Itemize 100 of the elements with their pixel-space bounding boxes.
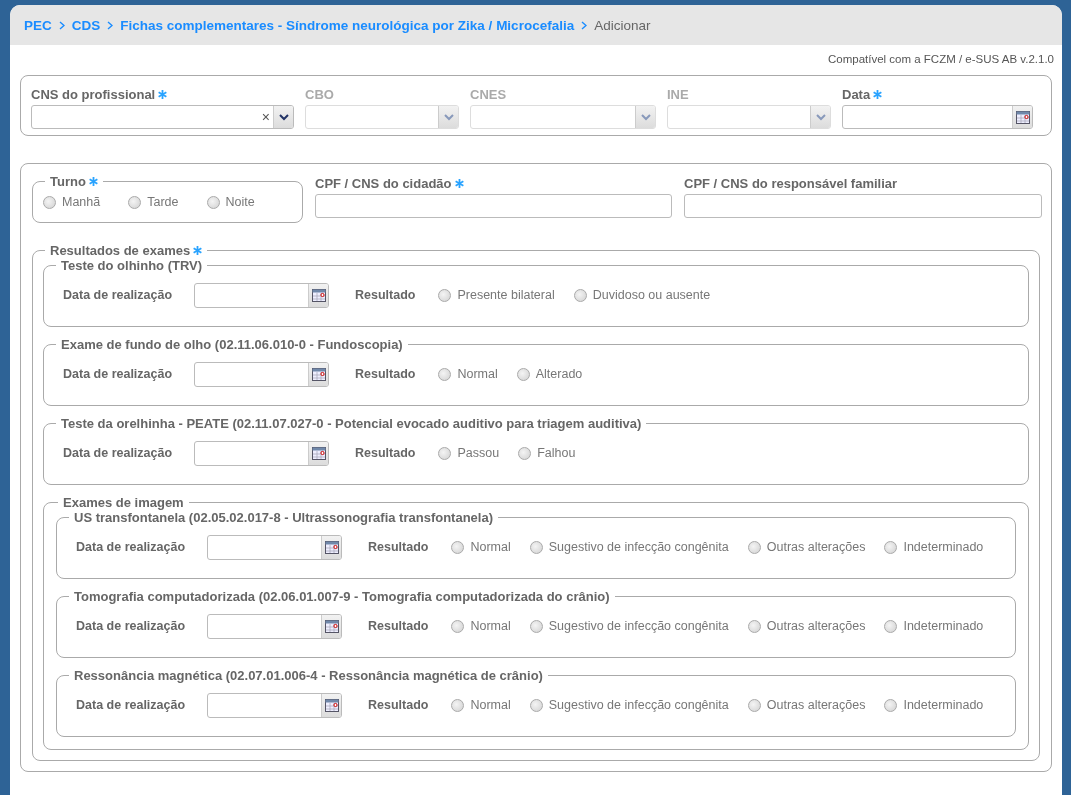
radio-option[interactable]: Indeterminado (884, 698, 984, 712)
chevron-down-icon (815, 113, 826, 121)
radio-option[interactable]: Falhou (518, 446, 576, 460)
text-input[interactable] (684, 194, 1042, 218)
radio-option[interactable]: Noite (206, 195, 255, 209)
exam-title: Teste do olhinho (TRV) (61, 258, 203, 273)
radio-option[interactable]: Presente bilateral (438, 288, 555, 302)
exam-title: US transfontanela (02.05.02.017-8 - Ultrassonografia transfontanela) (74, 510, 493, 525)
field-label: Data (842, 87, 871, 102)
breadcrumb-link[interactable]: Fichas complementares - Síndrome neurológica por Zika / Microcefalia (120, 17, 575, 33)
field-label: CBO (305, 87, 334, 102)
date-field[interactable] (207, 692, 342, 718)
radio-button[interactable] (884, 540, 898, 554)
exam-title: Ressonância magnética (02.07.01.006-4 - Ressonância magnética de crânio) (74, 668, 543, 683)
date-field[interactable] (842, 105, 1033, 129)
field-label: INE (667, 87, 689, 102)
clear-button[interactable]: × (258, 106, 273, 128)
select-field[interactable] (305, 105, 459, 129)
breadcrumb-link[interactable]: Adicionar (594, 17, 651, 33)
radio-option[interactable]: Outras alterações (747, 619, 866, 633)
radio-option[interactable]: Normal (438, 367, 498, 381)
date-field[interactable] (207, 534, 342, 560)
radio-option[interactable]: Outras alterações (747, 698, 866, 712)
radio-option[interactable]: Duvidoso ou ausente (573, 288, 711, 302)
breadcrumb-link[interactable]: PEC (24, 17, 52, 33)
result-label: Resultado (355, 288, 416, 302)
radio-button[interactable] (573, 288, 587, 302)
chevron-right-icon (581, 20, 588, 30)
radio-button[interactable] (206, 195, 220, 209)
calendar-button[interactable] (308, 362, 328, 386)
calendar-icon (324, 698, 339, 712)
chevron-down-icon (278, 113, 289, 121)
calendar-icon (311, 288, 326, 302)
radio-button[interactable] (747, 619, 761, 633)
date-label: Data de realização (63, 288, 174, 302)
radio-button[interactable] (884, 698, 898, 712)
radio-option[interactable]: Normal (451, 698, 511, 712)
radio-option[interactable]: Indeterminado (884, 540, 984, 554)
radio-button[interactable] (518, 446, 532, 460)
radio-button[interactable] (438, 367, 452, 381)
result-label: Resultado (368, 619, 429, 633)
breadcrumb-link[interactable]: CDS (71, 17, 101, 33)
radio-button[interactable] (529, 698, 543, 712)
radio-button[interactable] (43, 195, 56, 209)
radio-option[interactable]: Alterado (516, 367, 583, 381)
radio-button[interactable] (529, 540, 543, 554)
date-label: Data de realização (76, 619, 187, 633)
radio-option[interactable]: Manhã (43, 195, 101, 209)
radio-button[interactable] (747, 698, 761, 712)
calendar-icon (311, 446, 326, 460)
radio-option[interactable]: Sugestivo de infecção congênita (529, 619, 729, 633)
date-field[interactable] (194, 440, 329, 466)
radio-option[interactable]: Sugestivo de infecção congênita (529, 698, 729, 712)
calendar-button[interactable] (308, 441, 328, 465)
radio-button[interactable] (438, 288, 452, 302)
radio-option[interactable]: Sugestivo de infecção congênita (529, 540, 729, 554)
calendar-button[interactable] (308, 283, 328, 307)
radio-button[interactable] (128, 195, 142, 209)
date-field[interactable] (194, 361, 329, 387)
chevron-down-icon (640, 113, 651, 121)
calendar-button[interactable] (1012, 106, 1032, 128)
exam-title: Tomografia computadorizada (02.06.01.007-9 - Tomografia computadorizada do crânio) (74, 589, 610, 604)
date-label: Data de realização (63, 446, 174, 460)
date-label: Data de realização (63, 367, 174, 381)
radio-option[interactable]: Tarde (128, 195, 179, 209)
radio-button[interactable] (516, 367, 530, 381)
radio-button[interactable] (451, 540, 465, 554)
calendar-button[interactable] (321, 535, 341, 559)
radio-option[interactable]: Normal (451, 619, 511, 633)
radio-button[interactable] (747, 540, 761, 554)
calendar-button[interactable] (321, 614, 341, 638)
calendar-icon (324, 619, 339, 633)
field-label: CPF / CNS do cidadão (315, 176, 452, 191)
date-field[interactable] (194, 282, 329, 308)
date-label: Data de realização (76, 540, 187, 554)
select-field[interactable] (470, 105, 656, 129)
dropdown-button[interactable] (273, 106, 293, 128)
result-label: Resultado (355, 446, 416, 460)
chevron-right-icon (107, 20, 114, 30)
text-input[interactable] (315, 194, 672, 218)
exam-title: Exame de fundo de olho (02.11.06.010-0 - Fundoscopia) (61, 337, 403, 352)
radio-option[interactable]: Normal (451, 540, 511, 554)
result-label: Resultado (368, 698, 429, 712)
field-label: CPF / CNS do responsável familiar (684, 176, 898, 191)
calendar-button[interactable] (321, 693, 341, 717)
select-field[interactable] (667, 105, 831, 129)
field-label: CNS do profissional (31, 87, 156, 102)
fieldset-title: Resultados de exames (50, 243, 191, 258)
date-field[interactable] (207, 613, 342, 639)
radio-option[interactable]: Outras alterações (747, 540, 866, 554)
radio-button[interactable] (451, 698, 465, 712)
result-label: Resultado (355, 367, 416, 381)
select-field[interactable]: × (31, 105, 294, 129)
radio-option[interactable]: Indeterminado (884, 619, 984, 633)
radio-button[interactable] (884, 619, 898, 633)
field-label: CNES (470, 87, 507, 102)
radio-button[interactable] (451, 619, 465, 633)
radio-option[interactable]: Passou (438, 446, 500, 460)
radio-button[interactable] (438, 446, 452, 460)
radio-button[interactable] (529, 619, 543, 633)
